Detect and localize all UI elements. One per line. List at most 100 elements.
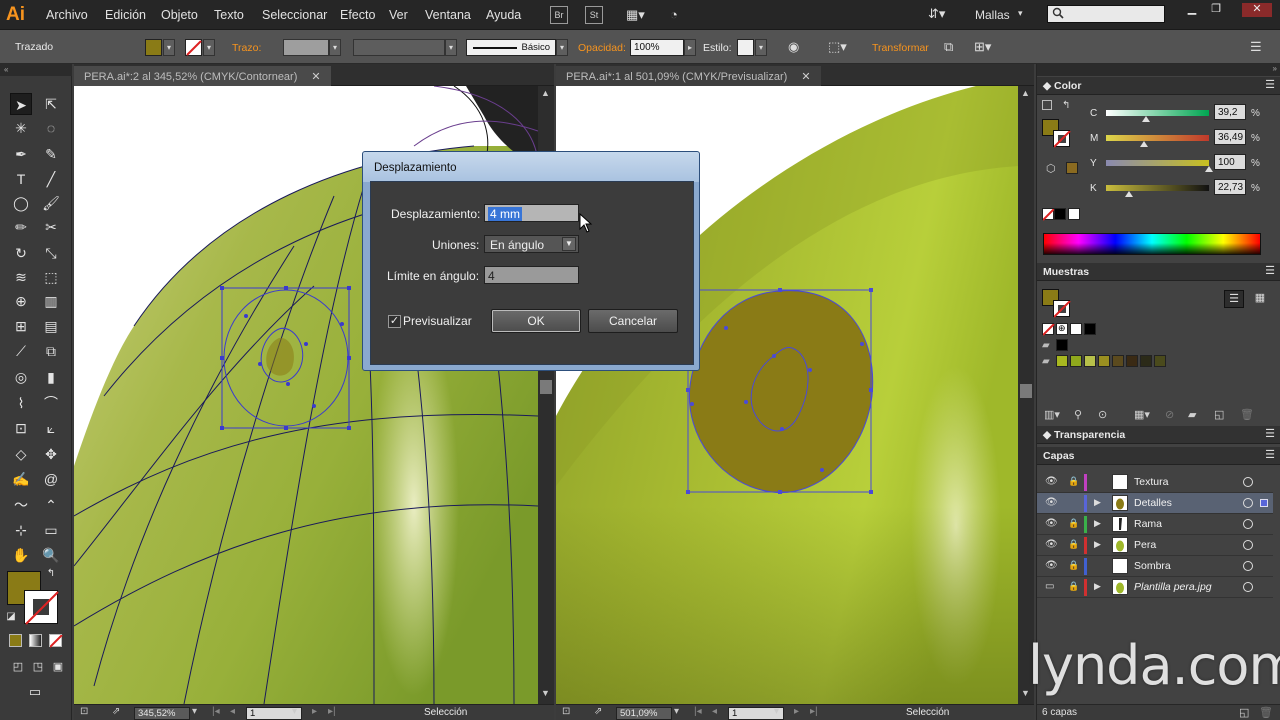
expand-arrow-icon[interactable]: ▶ — [1094, 539, 1101, 550]
swatch-group-folder-icon[interactable]: ▰ — [1042, 356, 1050, 367]
color-group-icon[interactable]: ▦▾ — [1134, 408, 1150, 421]
zoom-dropdown-icon[interactable]: ▾ — [674, 706, 679, 717]
eraser-tool-icon[interactable]: ◇ — [10, 443, 32, 465]
lasso-tool-icon[interactable]: ◌ — [40, 117, 62, 139]
lock-icon[interactable]: 🔒 — [1068, 476, 1079, 488]
mesh-tool-icon[interactable]: ⊞ — [10, 315, 32, 337]
new-color-group-icon[interactable]: ▰ — [1188, 408, 1196, 421]
opacity-label[interactable]: Opacidad: — [578, 42, 626, 54]
stroke-color-box[interactable] — [24, 590, 59, 625]
fill-dropdown-icon[interactable]: ▾ — [163, 39, 175, 56]
layer-row[interactable]: 👁 ▶ Detalles — [1037, 493, 1273, 514]
control-panel-menu-icon[interactable]: ☰ — [1250, 39, 1262, 55]
line-tool-icon[interactable]: ╱ — [40, 168, 62, 190]
layer-row[interactable]: 👁 🔒 Textura — [1037, 472, 1273, 493]
opacity-slider-icon[interactable]: ▸ — [684, 39, 696, 56]
scissors-tool-icon[interactable]: ✂ — [40, 216, 62, 238]
menu-texto[interactable]: Texto — [214, 8, 244, 22]
swatches-stroke-indicator[interactable] — [1053, 300, 1071, 318]
ellipse-tool-icon[interactable]: ◯ — [10, 192, 32, 214]
swatch-group-color[interactable] — [1154, 355, 1166, 367]
layer-target-icon[interactable] — [1243, 519, 1253, 529]
swatch-white[interactable] — [1070, 323, 1082, 335]
zoom-tool-icon[interactable]: 🔍 — [40, 544, 62, 566]
visibility-eye-icon[interactable]: 👁 — [1045, 497, 1058, 509]
align-icon[interactable]: ⬚▾ — [828, 39, 847, 55]
layer-name[interactable]: Rama — [1134, 518, 1162, 530]
close-tab-icon[interactable]: ✕ — [311, 71, 320, 83]
variable-width-dropdown-icon[interactable]: ▾ — [445, 39, 457, 56]
menu-seleccionar[interactable]: Seleccionar — [262, 8, 327, 22]
visibility-eye-icon[interactable]: 👁 — [1045, 560, 1058, 572]
edit-color-group-icon[interactable]: ⊘ — [1165, 408, 1174, 421]
rectangle-tool-icon[interactable]: ▭ — [40, 519, 62, 541]
black-slider-thumb[interactable] — [1125, 191, 1134, 197]
swap-fill-stroke-icon[interactable]: ↰ — [44, 567, 58, 581]
crop-tool-icon[interactable]: ⊹ — [10, 519, 32, 541]
draw-normal-icon[interactable]: ◰ — [7, 656, 29, 678]
bridge-button[interactable]: Br — [550, 6, 568, 24]
layer-row[interactable]: 👁 🔒 ▶ Rama — [1037, 514, 1273, 535]
layer-target-icon[interactable] — [1243, 540, 1253, 550]
first-artboard-icon[interactable]: |◂ — [694, 706, 702, 717]
search-input[interactable] — [1047, 5, 1165, 23]
close-tab-icon[interactable]: ✕ — [801, 71, 810, 83]
miter-limit-input[interactable]: 4 — [484, 266, 579, 284]
variable-width-field[interactable] — [353, 39, 445, 56]
layer-name[interactable]: Sombra — [1134, 560, 1171, 572]
puppet-warp-tool-icon[interactable]: ✥ — [40, 443, 62, 465]
swatch-kind-icon[interactable]: ⚲ — [1074, 408, 1082, 421]
menu-ver[interactable]: Ver — [389, 8, 408, 22]
curvature-tool-icon[interactable]: ✎ — [40, 143, 62, 165]
rotate-tool-icon[interactable]: ↻ — [10, 242, 32, 264]
isolate-icon[interactable]: ⧉ — [944, 39, 953, 55]
default-fill-stroke-icon[interactable]: ◪ — [4, 610, 18, 624]
gamut-color-swatch[interactable] — [1066, 162, 1078, 174]
color-panel-header[interactable]: ◆ Color ☰ — [1037, 77, 1280, 95]
cyan-slider[interactable] — [1106, 110, 1209, 116]
magenta-slider[interactable] — [1106, 135, 1209, 141]
cancel-button[interactable]: Cancelar — [588, 309, 678, 333]
graphic-style-dropdown-icon[interactable]: ▾ — [755, 39, 767, 56]
swatch-options-icon[interactable]: ⊙ — [1098, 408, 1107, 421]
menu-objeto[interactable]: Objeto — [161, 8, 198, 22]
tools-collapse-icon[interactable]: « — [0, 64, 72, 76]
workspace-switcher-icon[interactable]: ⇵▾ — [928, 6, 945, 22]
black-color-swatch[interactable] — [1054, 208, 1066, 220]
transparency-panel-header[interactable]: ◆ Transparencia ☰ — [1037, 426, 1280, 444]
zoom-dropdown-icon[interactable]: ▾ — [192, 706, 197, 717]
document-tab-2[interactable]: PERA.ai*:1 al 501,09% (CMYK/Previsualiza… — [556, 66, 821, 86]
brush-dropdown-icon[interactable]: ▾ — [556, 39, 568, 56]
layer-name[interactable]: Plantilla pera.jpg — [1134, 581, 1212, 593]
graphic-style-swatch[interactable] — [737, 39, 754, 56]
width-tool-icon[interactable]: ⌇ — [10, 392, 32, 414]
color-spectrum-bar[interactable] — [1043, 233, 1261, 255]
layer-name[interactable]: Textura — [1134, 476, 1168, 488]
gradient-mode-icon[interactable] — [29, 634, 42, 647]
anchor-point-tool-icon[interactable]: ⌃ — [40, 494, 62, 516]
scroll-up-icon[interactable]: ▲ — [1021, 88, 1030, 98]
visibility-eye-icon[interactable]: 👁 — [1045, 539, 1058, 551]
black-slider[interactable] — [1106, 185, 1209, 191]
preview-label[interactable]: Previsualizar — [403, 314, 472, 328]
lock-icon[interactable]: 🔒 — [1068, 518, 1079, 530]
transform-link[interactable]: Transformar — [872, 42, 929, 54]
scroll-down-icon[interactable]: ▼ — [541, 688, 550, 698]
workspace-label[interactable]: Mallas — [975, 8, 1010, 22]
swatch-group-color[interactable] — [1084, 355, 1096, 367]
yellow-slider-thumb[interactable] — [1205, 166, 1213, 172]
artboard-dropdown-icon[interactable]: ▾ — [774, 706, 779, 717]
selection-tool-icon[interactable]: ➤ — [10, 93, 32, 115]
black-value-field[interactable]: 22,73 — [1214, 179, 1246, 195]
artboard-dropdown-icon[interactable]: ▾ — [292, 706, 297, 717]
layer-target-icon[interactable] — [1243, 477, 1253, 487]
preview-checkbox[interactable]: ✓ — [388, 315, 401, 328]
spiral-tool-icon[interactable]: @ — [40, 468, 62, 490]
pencil-tool-icon[interactable]: ✏ — [10, 216, 32, 238]
pen-tool-icon[interactable]: ✒ — [10, 143, 32, 165]
artboard-tool-icon[interactable]: ⊡ — [10, 417, 32, 439]
color-mode-icon[interactable] — [9, 634, 22, 647]
expand-arrow-icon[interactable]: ▶ — [1094, 518, 1101, 529]
blob-brush-tool-icon[interactable]: ✍ — [10, 468, 32, 490]
swatch-registration[interactable]: ⊕ — [1056, 323, 1068, 335]
